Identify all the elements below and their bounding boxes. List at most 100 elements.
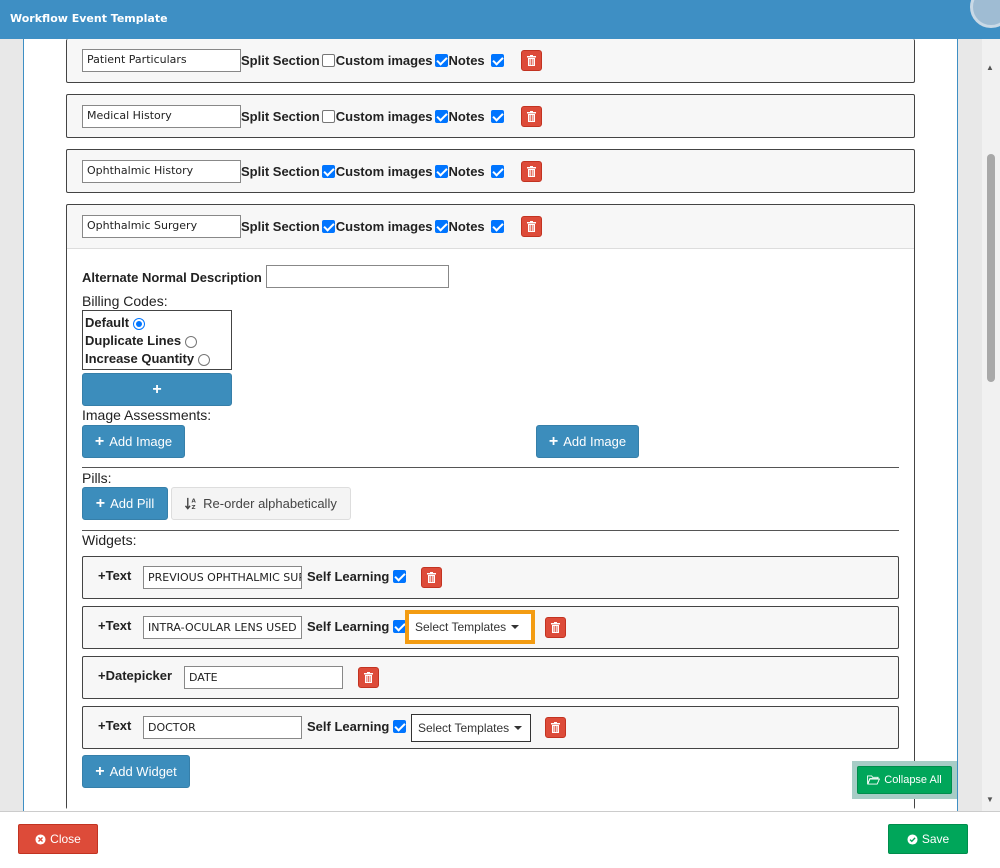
delete-section-button[interactable]	[520, 161, 542, 182]
notes-checkbox[interactable]	[490, 220, 504, 233]
section-name-input[interactable]: Patient Particulars	[82, 49, 241, 72]
scroll-down-arrow-icon[interactable]: ▼	[986, 795, 994, 804]
widget-label-input[interactable]: PREVIOUS OPHTHALMIC SURGERY	[143, 566, 302, 589]
billing-option-increase[interactable]: Increase Quantity	[85, 350, 229, 368]
caret-down-icon	[511, 625, 520, 629]
custom-images-label: Custom images	[335, 219, 433, 234]
delete-section-button[interactable]	[520, 216, 542, 237]
delete-widget-button[interactable]	[545, 617, 566, 638]
trash-icon	[526, 55, 536, 66]
delete-widget-button[interactable]	[358, 667, 379, 688]
add-image-button-left[interactable]: + Add Image	[82, 425, 185, 458]
widget-row: +Text DOCTOR Self Learning Select Templa…	[82, 706, 899, 749]
self-learning-checkbox[interactable]	[393, 720, 407, 733]
scroll-up-arrow-icon[interactable]: ▲	[986, 63, 994, 72]
radio-default[interactable]	[133, 317, 146, 330]
section-body: Alternate Normal Description Billing Cod…	[67, 248, 914, 816]
notes-label: Notes	[448, 109, 485, 124]
split-section-checkbox[interactable]	[321, 165, 335, 178]
widget-label-input[interactable]: INTRA-OCULAR LENS USED	[143, 616, 302, 639]
radio-increase[interactable]	[198, 353, 211, 366]
caret-down-icon	[514, 726, 523, 730]
trash-icon	[427, 572, 436, 583]
billing-option-duplicate[interactable]: Duplicate Lines	[85, 332, 229, 350]
widget-row: +Text INTRA-OCULAR LENS USED Self Learni…	[82, 606, 899, 649]
folder-open-icon	[867, 775, 881, 785]
divider	[82, 467, 899, 468]
delete-section-button[interactable]	[520, 50, 542, 71]
close-circle-icon	[35, 833, 46, 845]
widget-label-input[interactable]: DOCTOR	[143, 716, 302, 739]
section-name-input[interactable]: Ophthalmic History	[82, 160, 241, 183]
divider	[82, 530, 899, 531]
delete-section-button[interactable]	[520, 106, 542, 127]
billing-codes-label: Billing Codes:	[82, 293, 168, 309]
image-assessments-label: Image Assessments:	[82, 407, 212, 423]
widget-type[interactable]: +Datepicker	[98, 668, 172, 683]
section-name-input[interactable]: Ophthalmic Surgery	[82, 215, 241, 238]
add-billing-code-button[interactable]: +	[82, 373, 232, 406]
scrollbar-thumb[interactable]	[987, 154, 995, 382]
close-button[interactable]: Close	[18, 824, 98, 854]
split-section-checkbox[interactable]	[321, 220, 335, 233]
widget-row: +Text PREVIOUS OPHTHALMIC SURGERY Self L…	[82, 556, 899, 599]
avatar-icon[interactable]	[970, 0, 1000, 28]
plus-icon: +	[548, 432, 559, 450]
radio-duplicate[interactable]	[185, 335, 198, 348]
section-ophthalmic-surgery: Ophthalmic Surgery Split Section Custom …	[66, 204, 915, 816]
save-button[interactable]: Save	[888, 824, 968, 854]
custom-images-checkbox[interactable]	[434, 220, 448, 233]
trash-icon	[526, 221, 536, 232]
widget-row: +Datepicker DATE	[82, 656, 899, 699]
custom-images-label: Custom images	[335, 164, 433, 179]
notes-checkbox[interactable]	[490, 54, 504, 67]
add-widget-button[interactable]: + Add Widget	[82, 755, 190, 788]
window-titlebar: Workflow Event Template	[0, 0, 1000, 39]
reorder-alphabetically-button[interactable]: AZ Re-order alphabetically	[171, 487, 351, 520]
self-learning: Self Learning	[307, 619, 407, 634]
notes-checkbox[interactable]	[490, 110, 504, 123]
select-templates-dropdown[interactable]: Select Templates	[405, 610, 535, 644]
trash-icon	[526, 111, 536, 122]
svg-text:A: A	[192, 499, 197, 505]
custom-images-checkbox[interactable]	[434, 110, 448, 123]
collapse-all-button[interactable]: Collapse All	[857, 766, 952, 794]
widget-type[interactable]: +Text	[98, 568, 131, 583]
custom-images-checkbox[interactable]	[434, 165, 448, 178]
custom-images-label: Custom images	[335, 53, 433, 68]
self-learning: Self Learning	[307, 719, 407, 734]
pills-label: Pills:	[82, 470, 112, 486]
self-learning-checkbox[interactable]	[393, 570, 407, 583]
plus-icon: +	[152, 380, 162, 398]
split-section-label: Split Section	[241, 219, 320, 234]
add-image-button-right[interactable]: + Add Image	[536, 425, 639, 458]
dialog-footer: Close Save	[0, 811, 1000, 868]
delete-widget-button[interactable]	[421, 567, 442, 588]
billing-option-default[interactable]: Default	[85, 314, 229, 332]
trash-icon	[551, 722, 560, 733]
widget-type[interactable]: +Text	[98, 618, 131, 633]
widget-type[interactable]: +Text	[98, 718, 131, 733]
select-templates-dropdown[interactable]: Select Templates	[411, 714, 531, 742]
custom-images-label: Custom images	[335, 109, 433, 124]
plus-icon: +	[95, 494, 106, 512]
split-section-label: Split Section	[241, 164, 320, 179]
add-pill-button[interactable]: + Add Pill	[82, 487, 168, 520]
notes-label: Notes	[448, 164, 485, 179]
vertical-scrollbar[interactable]: ▲ ▼	[982, 39, 1000, 811]
trash-icon	[526, 166, 536, 177]
section-name-input[interactable]: Medical History	[82, 105, 241, 128]
check-circle-icon	[907, 833, 918, 845]
self-learning-checkbox[interactable]	[393, 620, 407, 633]
split-section-checkbox[interactable]	[321, 54, 335, 67]
widget-label-input[interactable]: DATE	[184, 666, 343, 689]
split-section-checkbox[interactable]	[321, 110, 335, 123]
custom-images-checkbox[interactable]	[434, 54, 448, 67]
alt-normal-input[interactable]	[266, 265, 449, 288]
notes-checkbox[interactable]	[490, 165, 504, 178]
split-section-label: Split Section	[241, 53, 320, 68]
delete-widget-button[interactable]	[545, 717, 566, 738]
plus-icon: +	[94, 432, 105, 450]
sort-alpha-icon: AZ	[185, 497, 197, 510]
billing-codes-options: Default Duplicate Lines Increase Quantit…	[82, 310, 232, 370]
